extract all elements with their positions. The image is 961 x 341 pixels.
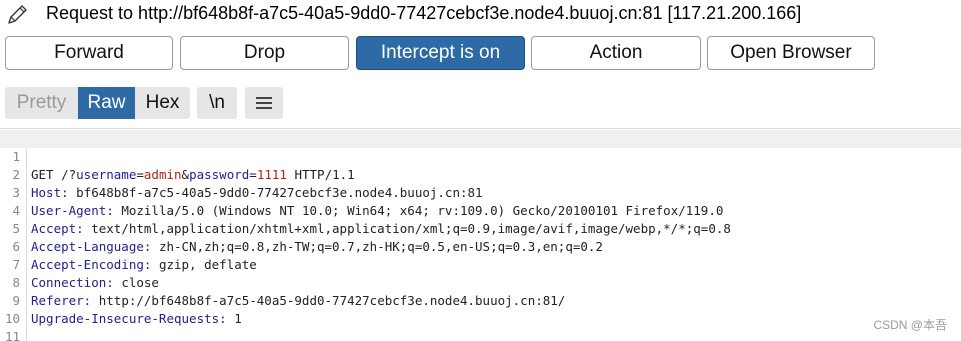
tab-hex[interactable]: Hex	[135, 87, 190, 119]
drop-button[interactable]: Drop	[180, 36, 349, 70]
tab-raw[interactable]: Raw	[78, 87, 135, 119]
header-line: 6 Accept-Encoding: gzip, deflate	[0, 220, 961, 272]
newline-toggle-group: \n	[197, 87, 237, 119]
header-line: 3 User-Agent: Mozilla/5.0 (Windows NT 10…	[0, 166, 961, 218]
menu-group	[245, 87, 283, 119]
empty-line: 11	[0, 310, 961, 341]
request-line: 1 GET /?username=admin&password=1111 HTT…	[0, 130, 961, 182]
request-title: Request to http://bf648b8f-a7c5-40a5-9dd…	[46, 3, 802, 23]
header-line: 8 Referer: http://bf648b8f-a7c5-40a5-9dd…	[0, 256, 961, 308]
menu-button[interactable]	[245, 87, 283, 119]
header-line: 5 Accept-Language: zh-CN,zh;q=0.8,zh-TW;…	[0, 202, 961, 254]
header-line: 4 Accept: text/html,application/xhtml+xm…	[0, 184, 961, 236]
header-line: 2 Host: bf648b8f-a7c5-40a5-9dd0-77427ceb…	[0, 148, 961, 200]
pencil-icon	[8, 5, 27, 24]
tab-pretty[interactable]: Pretty	[5, 87, 78, 119]
action-button[interactable]: Action	[531, 36, 701, 70]
title-bar: Request to http://bf648b8f-a7c5-40a5-9dd…	[0, 0, 961, 28]
line-number: 11	[4, 329, 20, 341]
watermark: CSDN @本吾	[873, 318, 947, 332]
intercept-toggle-button[interactable]: Intercept is on	[356, 36, 525, 70]
header-line: 7 Connection: close	[0, 238, 961, 290]
view-mode-group: Pretty Raw Hex	[5, 87, 190, 119]
newline-toggle-button[interactable]: \n	[197, 87, 237, 119]
hamburger-menu-icon	[256, 97, 272, 109]
header-line: 9 Upgrade-Insecure-Requests: 1	[0, 274, 961, 326]
empty-line: 10	[0, 292, 961, 326]
forward-button[interactable]: Forward	[5, 36, 173, 70]
open-browser-button[interactable]: Open Browser	[707, 36, 875, 70]
request-editor[interactable]: 1 GET /?username=admin&password=1111 HTT…	[0, 129, 961, 341]
